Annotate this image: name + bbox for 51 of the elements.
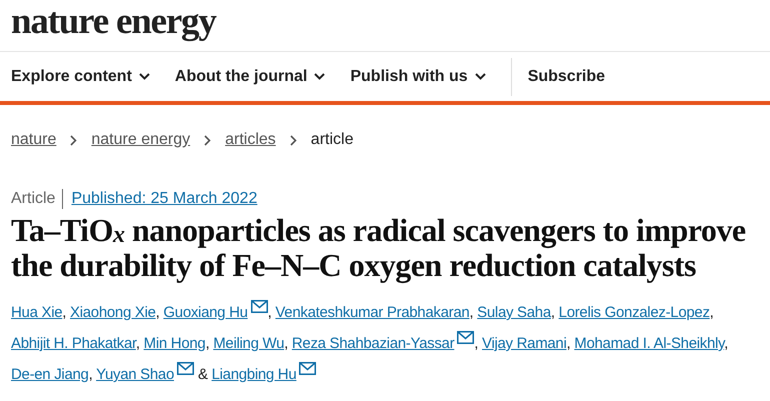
author-link[interactable]: Xiaohong Xie [70,304,156,321]
author-separator: , [469,304,474,321]
breadcrumb-link[interactable]: articles [225,128,276,152]
nav-menu[interactable]: About the journal [174,64,326,88]
author-separator: , [474,335,478,352]
author-link[interactable]: Hua Xie [11,304,62,321]
author-separator: , [205,335,210,352]
author-separator: , [136,335,140,352]
author-link[interactable]: Vijay Ramani [482,335,567,352]
author-separator: , [550,304,555,321]
author-link[interactable]: Lorelis Gonzalez-Lopez [558,304,710,321]
chevron-down-icon [138,73,150,80]
author-link[interactable]: Mohamad I. Al-Sheikhly [574,335,724,352]
nav-menu[interactable]: Publish with us [350,64,486,88]
author-link[interactable]: Reza Shahbazian-Yassar [292,335,474,352]
nav-menu[interactable]: Explore content [11,64,150,88]
author-separator: , [88,366,92,383]
author-separator: , [284,335,288,352]
author-link[interactable]: Sulay Saha [477,304,551,321]
author-link[interactable]: Abhijit H. Phakatkar [11,335,136,352]
author-link[interactable]: De-en Jiang [11,366,89,383]
email-icon[interactable] [250,300,268,313]
breadcrumb-current: article [310,130,354,150]
published-date[interactable]: Published: 25 March 2022 [71,187,258,211]
journal-logo[interactable]: nature energy [11,3,216,40]
author-separator: , [566,335,570,352]
author-link[interactable]: Liangbing Hu [212,366,316,383]
author-link[interactable]: Min Hong [144,335,206,352]
email-icon[interactable] [176,362,194,375]
email-icon[interactable] [299,362,316,375]
breadcrumb-link[interactable]: nature energy [91,128,190,152]
article-title: Ta–TiO$_{x}$ nanoparticles as radical scavengers to improve the durability of Fe–N–C oxygen reduction catalysts [10,213,747,283]
breadcrumb-link[interactable]: nature [11,128,56,152]
author-separator: , [156,304,160,321]
author-link[interactable]: Guoxiang Hu [163,304,268,321]
author-link[interactable]: Yuyan Shao [96,366,194,383]
article-type: Article [11,189,64,209]
author-separator: , [62,304,66,321]
author-separator: , [724,335,728,352]
author-link[interactable]: Meiling Wu [213,335,284,352]
chevron-right-icon [290,134,297,146]
author-separator: & [198,366,208,383]
chevron-right-icon [70,134,78,146]
author-link[interactable]: Venkateshkumar Prabhakaran [275,304,470,321]
email-icon[interactable] [457,331,474,344]
author-separator: , [710,304,714,321]
chevron-right-icon [204,134,212,146]
chevron-down-icon [474,73,486,80]
chevron-down-icon [314,73,326,80]
nav-link[interactable]: Subscribe [528,64,606,88]
author-separator: , [268,304,272,321]
